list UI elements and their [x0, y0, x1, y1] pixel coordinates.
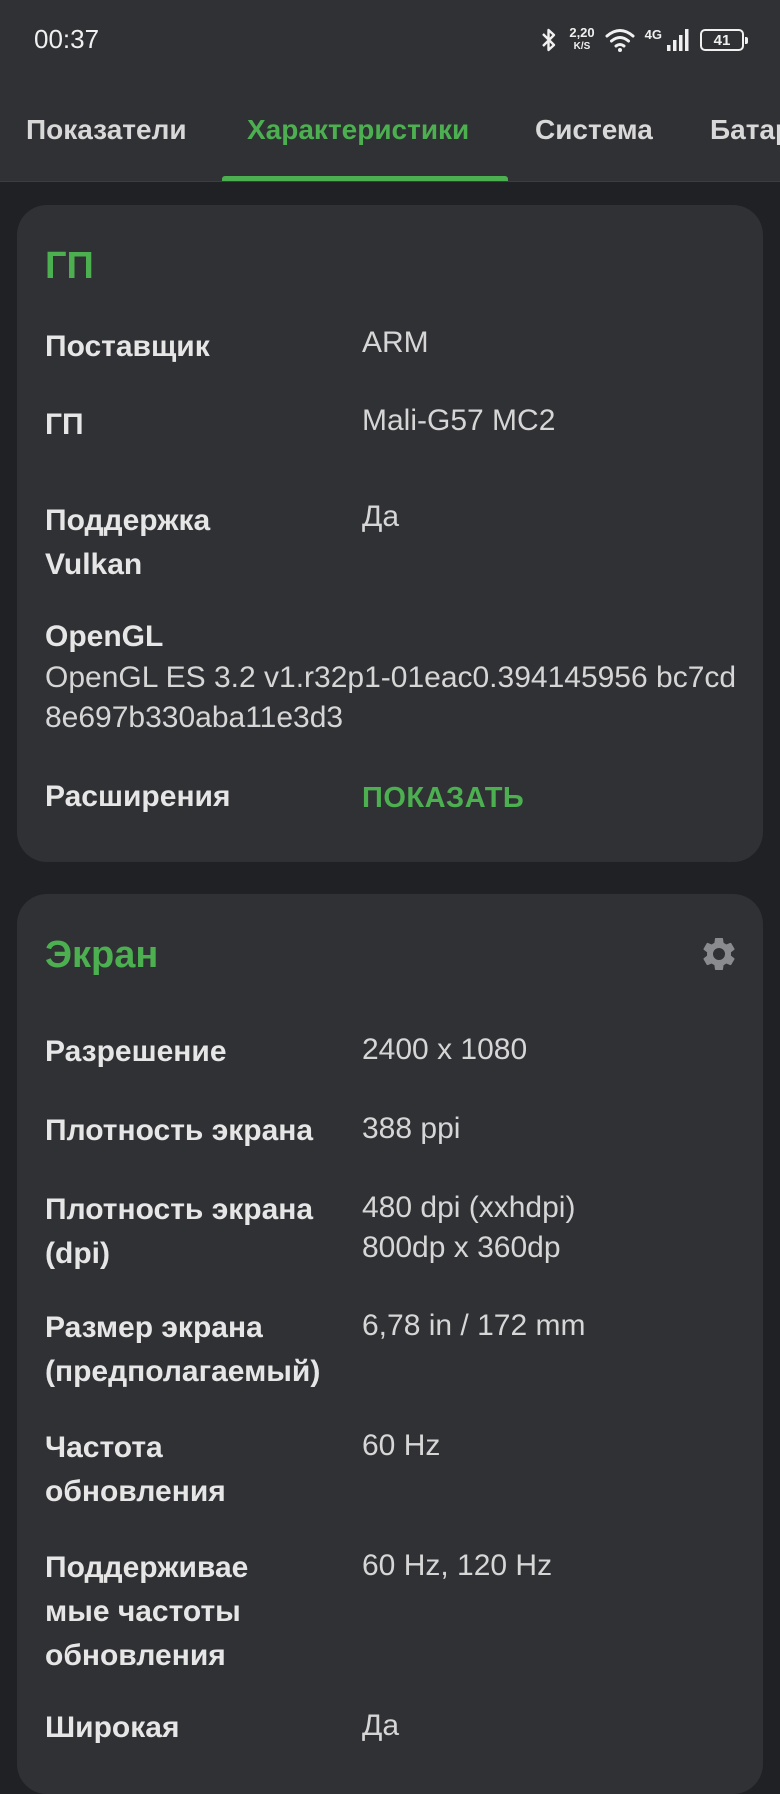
- row-value-supported-refresh-rates: 60 Hz, 120 Hz: [362, 1549, 553, 1582]
- active-tab-indicator: [222, 176, 508, 181]
- battery-icon: 41: [700, 29, 748, 51]
- row-label-vulkan: Поддержка Vulkan: [45, 504, 211, 581]
- status-icons: 2,20 K/S 4G 41: [539, 20, 748, 60]
- row-label-resolution: Разрешение: [45, 1035, 227, 1068]
- row-label-gpu: ГП: [45, 408, 84, 441]
- network-speed: 2,20 K/S: [569, 26, 594, 54]
- row-label-density-dpi: Плотность экрана (dpi): [45, 1193, 314, 1270]
- network-type: 4G: [644, 26, 662, 42]
- row-value-refresh-rate: 60 Hz: [362, 1429, 441, 1462]
- row-label-opengl: OpenGL: [45, 620, 164, 653]
- row-label-screen-size: Размер экрана (предполагаемый): [45, 1311, 321, 1388]
- row-label-refresh-rate: Частота обновления: [45, 1431, 226, 1508]
- bluetooth-icon: [542, 28, 556, 52]
- row-value-density-dpi: 480 dpi (xxhdpi) 800dp x 360dp: [362, 1191, 576, 1264]
- row-label-density: Плотность экрана: [45, 1114, 314, 1147]
- network-speed-value: 2,20: [569, 25, 595, 40]
- row-value-vendor: ARM: [362, 326, 429, 359]
- screen-card: Экран Разрешение 2400 x 1080 Плотность э…: [17, 894, 763, 1794]
- wifi-icon: [605, 29, 635, 52]
- row-value-resolution: 2400 x 1080: [362, 1033, 528, 1066]
- row-value-wide-color: Да: [362, 1709, 400, 1742]
- row-value-screen-size: 6,78 in / 172 mm: [362, 1309, 586, 1342]
- row-label-wide-color: Широкая: [45, 1711, 180, 1744]
- tab-specifications[interactable]: Характеристики: [247, 114, 469, 146]
- row-value-density: 388 ppi: [362, 1112, 461, 1145]
- screen-card-title: Экран: [45, 934, 159, 976]
- tab-battery[interactable]: Батар: [710, 114, 780, 146]
- tab-indicators[interactable]: Показатели: [26, 114, 187, 146]
- status-bar: 00:37 2,20 K/S 4G 41: [0, 0, 780, 80]
- row-label-vendor: Поставщик: [45, 330, 210, 363]
- gpu-card: ГП Поставщик ARM ГП Mali-G57 MC2 Поддерж…: [17, 205, 763, 862]
- row-label-extensions: Расширения: [45, 780, 231, 813]
- show-extensions-button[interactable]: ПОКАЗАТЬ: [362, 782, 524, 815]
- status-time: 00:37: [34, 24, 100, 54]
- battery-level: 41: [713, 31, 731, 49]
- row-value-vulkan: Да: [362, 500, 400, 533]
- gpu-card-title: ГП: [45, 245, 94, 287]
- network-speed-unit: K/S: [573, 41, 591, 52]
- gear-icon[interactable]: [699, 934, 739, 974]
- row-value-gpu: Mali-G57 MC2: [362, 404, 556, 437]
- tab-system[interactable]: Система: [535, 114, 653, 146]
- signal-icon: [667, 29, 689, 51]
- tab-bar: Показатели Характеристики Система Батар: [0, 80, 780, 182]
- row-value-opengl: OpenGL ES 3.2 v1.r32p1-01eac0.394145956 …: [45, 661, 737, 734]
- row-label-supported-refresh-rates: Поддерживае мые частоты обновления: [45, 1551, 249, 1672]
